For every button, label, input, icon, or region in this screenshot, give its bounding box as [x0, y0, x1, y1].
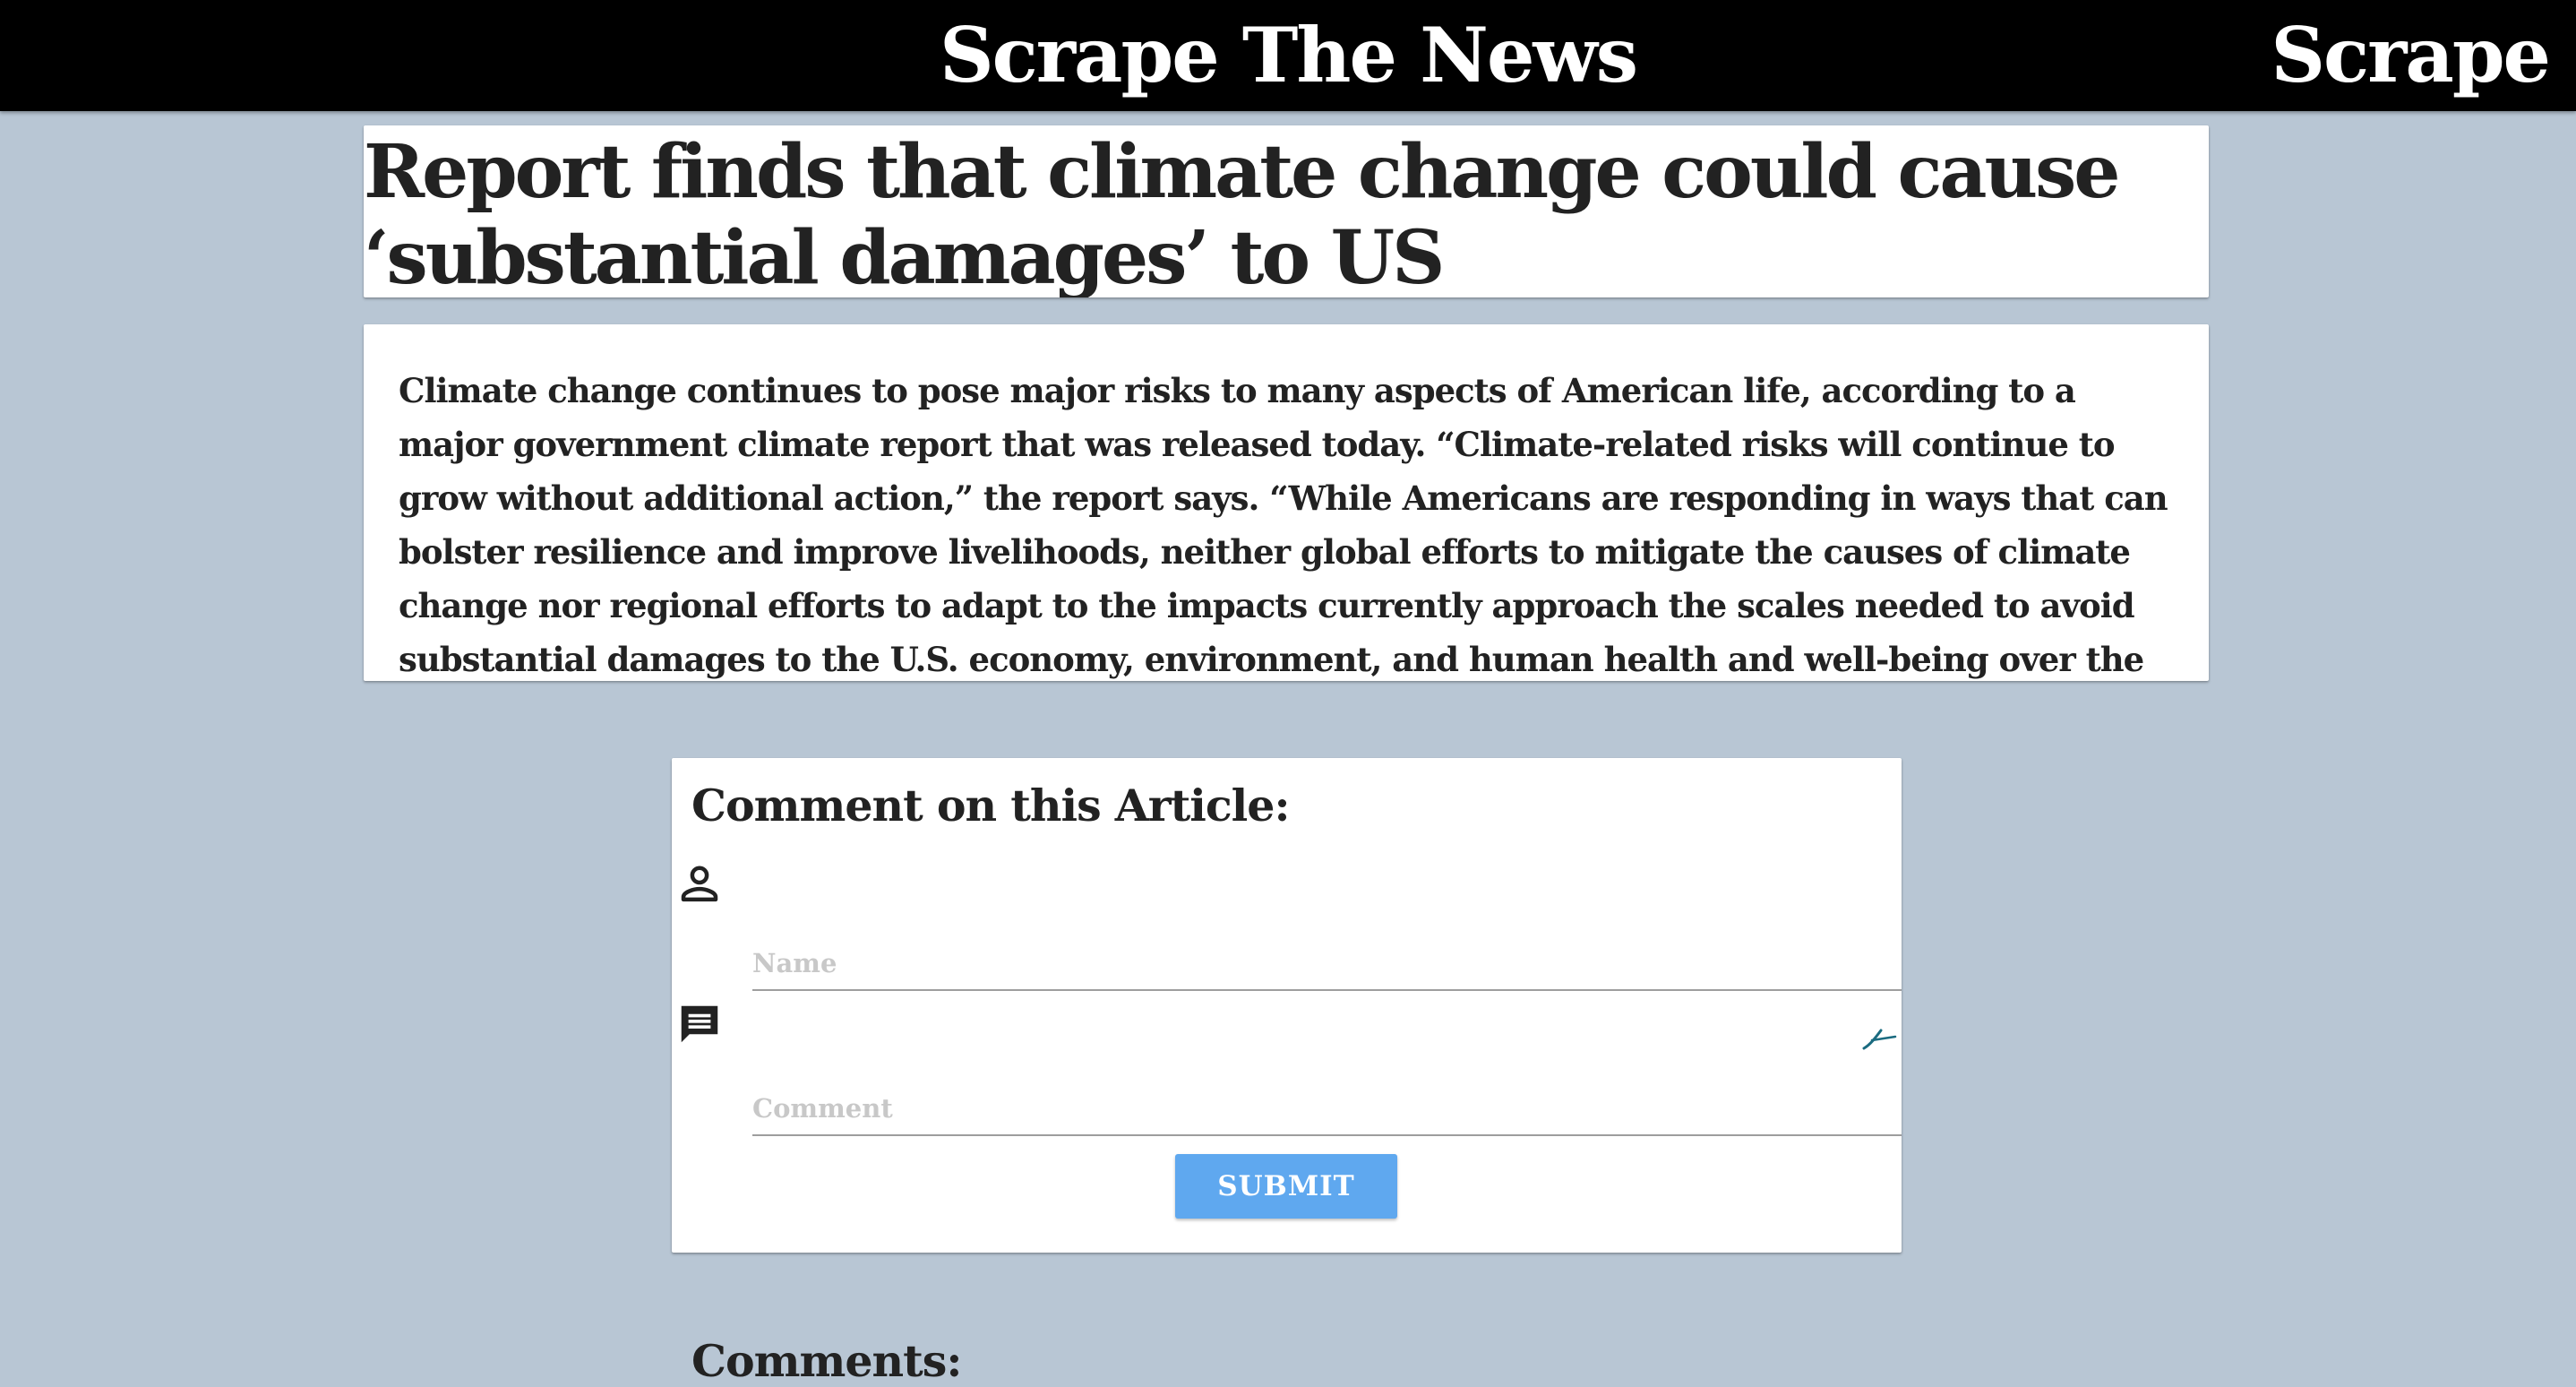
comment-input[interactable] [752, 1082, 1902, 1136]
submit-button[interactable]: Submit [1175, 1154, 1397, 1219]
article-headline: Report finds that climate change could c… [364, 129, 2120, 297]
comment-icon [675, 1000, 724, 1048]
article-body-card: Climate change continues to pose major r… [364, 324, 2209, 681]
comments-heading: Comments: [691, 1335, 962, 1387]
comment-form: Comment on this Article: Submit [672, 758, 1902, 1253]
article-body: Climate change continues to pose major r… [399, 371, 2168, 679]
name-input[interactable] [752, 937, 1902, 991]
headline-card: Report finds that climate change could c… [364, 125, 2209, 297]
navbar: Scrape The News Scrape [0, 0, 2576, 111]
grammar-extension-icon[interactable] [1861, 1025, 1897, 1052]
comment-form-heading: Comment on this Article: [691, 780, 1291, 831]
site-title: Scrape The News [939, 11, 1638, 99]
brand-logo-link[interactable]: Scrape [2271, 0, 2551, 111]
person-icon [675, 860, 724, 909]
